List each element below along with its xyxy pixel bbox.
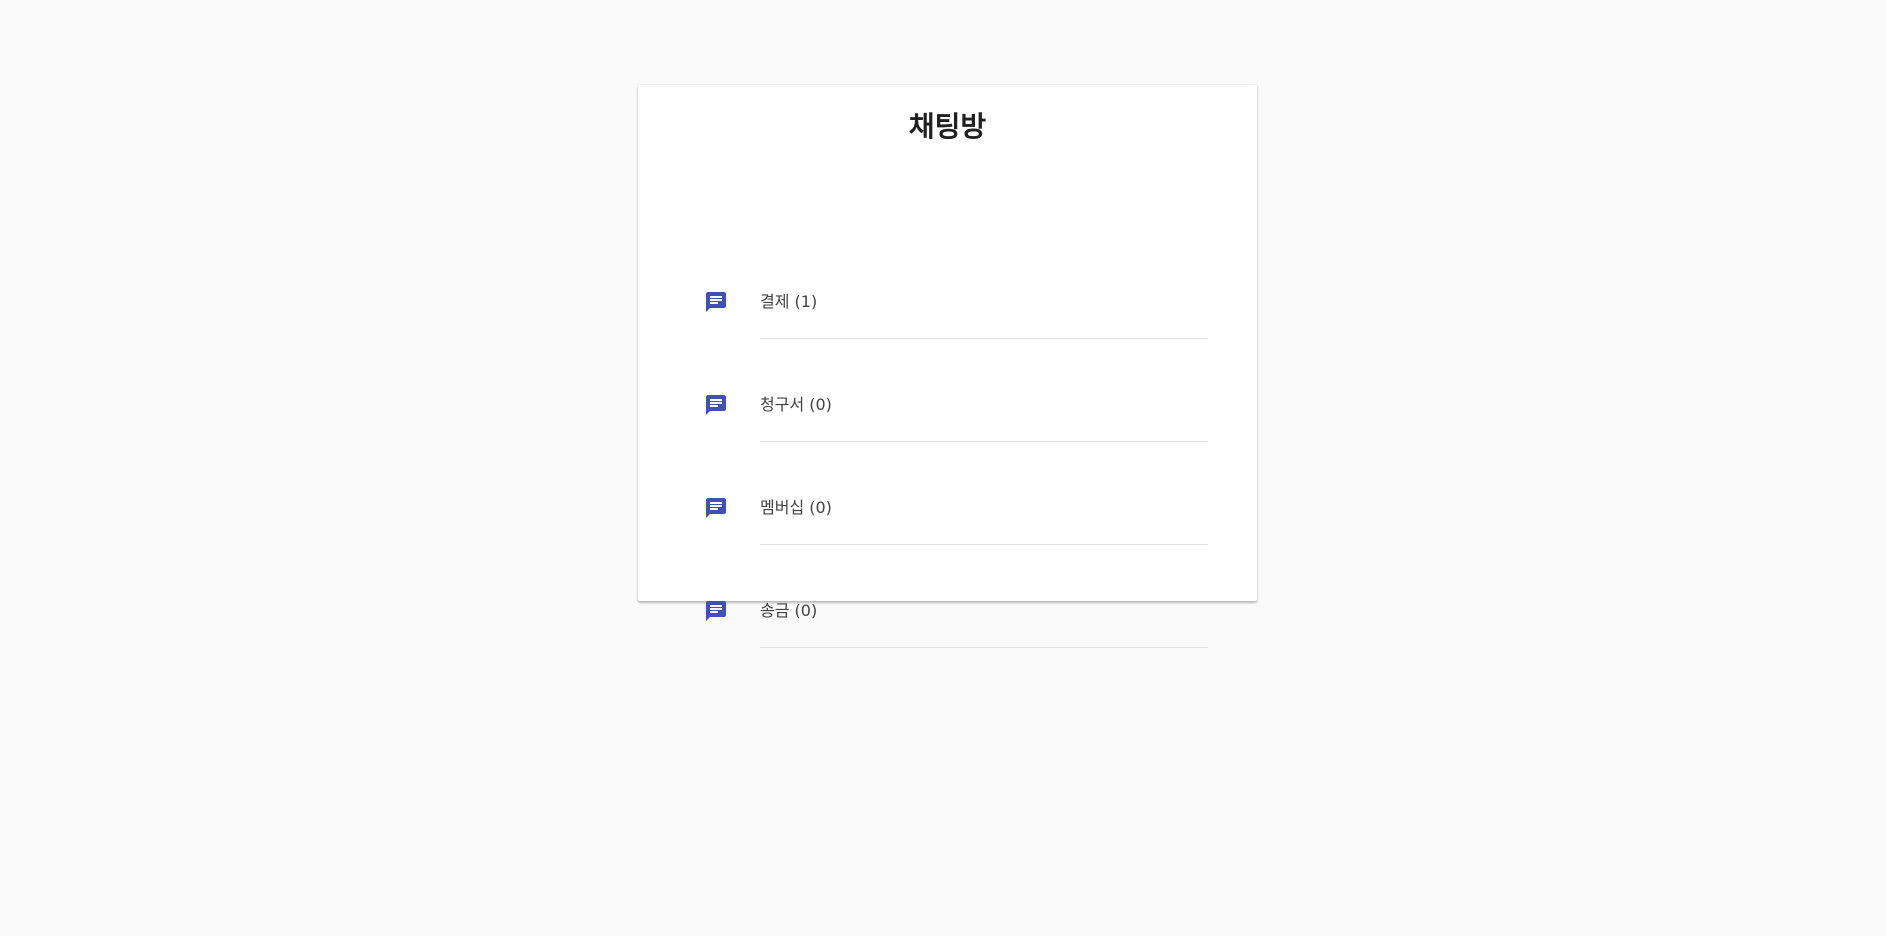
chat-room-label: 결제 (1)	[760, 292, 818, 311]
divider	[760, 338, 1208, 339]
chat-icon	[704, 290, 728, 314]
divider	[760, 441, 1208, 442]
divider	[760, 647, 1208, 648]
chat-room-item-invoice[interactable]: 청구서 (0)	[638, 353, 1257, 456]
chat-room-item-payment[interactable]: 결제 (1)	[638, 250, 1257, 353]
chat-room-item-transfer[interactable]: 송금 (0)	[638, 559, 1257, 662]
chat-icon	[704, 496, 728, 520]
chat-room-item-membership[interactable]: 멤버십 (0)	[638, 456, 1257, 559]
chat-room-card: 채팅방 결제 (1) 청구서 (0) 멤버십 (0) 송금 (0)	[638, 85, 1257, 648]
chat-room-label: 멤버십 (0)	[760, 498, 832, 517]
divider	[760, 544, 1208, 545]
chat-room-label: 송금 (0)	[760, 601, 818, 620]
chat-room-list: 결제 (1) 청구서 (0) 멤버십 (0) 송금 (0)	[638, 250, 1257, 662]
page-title: 채팅방	[908, 110, 987, 143]
chat-icon	[704, 393, 728, 417]
chat-room-label: 청구서 (0)	[760, 395, 832, 414]
chat-icon	[704, 599, 728, 623]
